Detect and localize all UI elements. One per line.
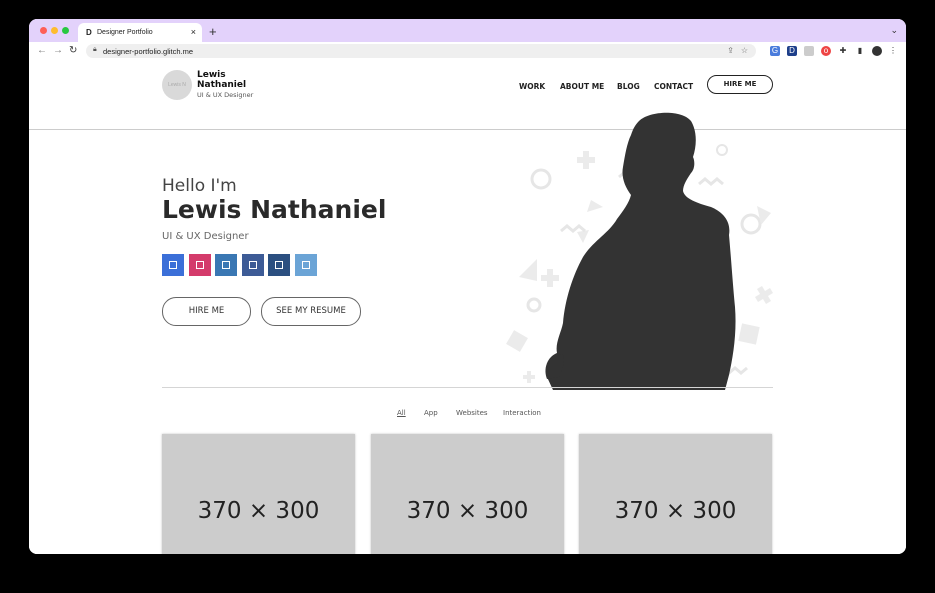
social-icon: [222, 261, 230, 269]
translate-extension-icon[interactable]: G: [770, 46, 780, 56]
close-window-button[interactable]: [40, 27, 47, 34]
tab-favicon: D: [86, 28, 92, 37]
hire-me-button[interactable]: HIRE ME: [162, 297, 251, 326]
close-tab-icon[interactable]: ×: [191, 27, 196, 37]
see-resume-button[interactable]: SEE MY RESUME: [261, 297, 361, 326]
portfolio-card[interactable]: 370 × 300: [371, 434, 564, 554]
social-link-button[interactable]: [268, 254, 290, 276]
decor-plus: [577, 151, 595, 169]
more-menu-icon[interactable]: ⋮: [888, 46, 898, 56]
decor-square: [738, 323, 760, 345]
decor-plus: [541, 269, 559, 287]
tab-title: Designer Portfolio: [97, 29, 153, 36]
nav-contact[interactable]: CONTACT: [654, 82, 693, 91]
extensions-puzzle-icon[interactable]: ✚: [838, 46, 848, 56]
card-placeholder-text: 370 × 300: [197, 498, 320, 524]
section-divider: [162, 387, 773, 388]
social-icon: [301, 261, 310, 269]
forward-icon[interactable]: →: [53, 45, 63, 56]
browser-tab[interactable]: D Designer Portfolio ×: [78, 23, 202, 42]
hero-greeting: Hello I'm: [162, 176, 237, 196]
tab-bar: D Designer Portfolio × + ⌄: [29, 19, 906, 42]
nav-blog[interactable]: BLOG: [617, 82, 640, 91]
maximize-window-button[interactable]: [62, 27, 69, 34]
social-link-button[interactable]: [241, 254, 264, 276]
social-icon: [169, 261, 177, 269]
social-icon: [195, 261, 204, 269]
social-link-button[interactable]: [188, 254, 211, 276]
decor-ring: [740, 213, 762, 235]
back-icon[interactable]: ←: [37, 45, 47, 56]
decor-triangle: [519, 259, 537, 281]
page-content: Lewis N Lewis Nathaniel UI & UX Designer…: [29, 61, 906, 554]
brand-role: UI & UX Designer: [197, 91, 254, 99]
extension-icon[interactable]: o: [821, 46, 831, 56]
hero-name: Lewis Nathaniel: [162, 195, 387, 224]
person-silhouette: [546, 112, 736, 390]
avatar[interactable]: Lewis N: [162, 70, 192, 100]
nav-about-me[interactable]: ABOUT ME: [560, 82, 604, 91]
social-link-button[interactable]: [162, 254, 184, 276]
minimize-window-button[interactable]: [51, 27, 58, 34]
decor-plus: [755, 286, 773, 304]
decor-ring: [526, 297, 542, 313]
filter-interaction[interactable]: Interaction: [503, 409, 541, 417]
decor-zigzag: [698, 177, 724, 186]
hero-illustration: [506, 112, 773, 390]
card-placeholder-text: 370 × 300: [614, 498, 737, 524]
share-icon[interactable]: ⇪: [727, 46, 734, 55]
social-link-button[interactable]: [294, 254, 317, 276]
tab-search-chevron-icon[interactable]: ⌄: [890, 25, 898, 36]
decor-square: [506, 330, 528, 352]
reload-icon[interactable]: ↻: [69, 45, 77, 56]
sidebar-icon[interactable]: ▮: [855, 46, 865, 56]
new-tab-button[interactable]: +: [209, 24, 217, 39]
card-placeholder-text: 370 × 300: [406, 498, 529, 524]
bookmark-star-icon[interactable]: ☆: [741, 46, 748, 55]
brand-name[interactable]: Lewis Nathaniel: [197, 70, 267, 90]
decor-zigzag: [560, 224, 586, 233]
filter-websites[interactable]: Websites: [456, 409, 488, 417]
social-icon: [248, 261, 257, 269]
decor-triangle: [587, 200, 603, 212]
decor-ring: [530, 168, 552, 190]
hire-me-nav-button[interactable]: HIRE ME: [707, 75, 773, 94]
filter-app[interactable]: App: [424, 409, 438, 417]
browser-toolbar: ← → ↻ 🔒︎ designer-portfolio.glitch.me ⇪ …: [29, 42, 906, 62]
extension-icon[interactable]: [804, 46, 814, 56]
lock-icon: 🔒︎: [93, 46, 97, 53]
hero-role: UI & UX Designer: [162, 231, 249, 242]
nav-work[interactable]: WORK: [519, 82, 545, 91]
decor-triangle: [577, 230, 589, 243]
browser-window: D Designer Portfolio × + ⌄ ← → ↻ 🔒︎ desi…: [29, 19, 906, 554]
social-icon: [275, 261, 283, 269]
portfolio-card[interactable]: 370 × 300: [162, 434, 355, 554]
profile-avatar-icon[interactable]: [872, 46, 882, 56]
decor-ring: [716, 144, 728, 156]
social-link-button[interactable]: [215, 254, 237, 276]
address-bar[interactable]: 🔒︎ designer-portfolio.glitch.me ⇪ ☆: [86, 44, 756, 58]
url-text: designer-portfolio.glitch.me: [103, 46, 194, 56]
portfolio-card[interactable]: 370 × 300: [579, 434, 772, 554]
decor-plus: [523, 371, 535, 383]
filter-all[interactable]: All: [397, 409, 406, 417]
extension-icon[interactable]: D: [787, 46, 797, 56]
